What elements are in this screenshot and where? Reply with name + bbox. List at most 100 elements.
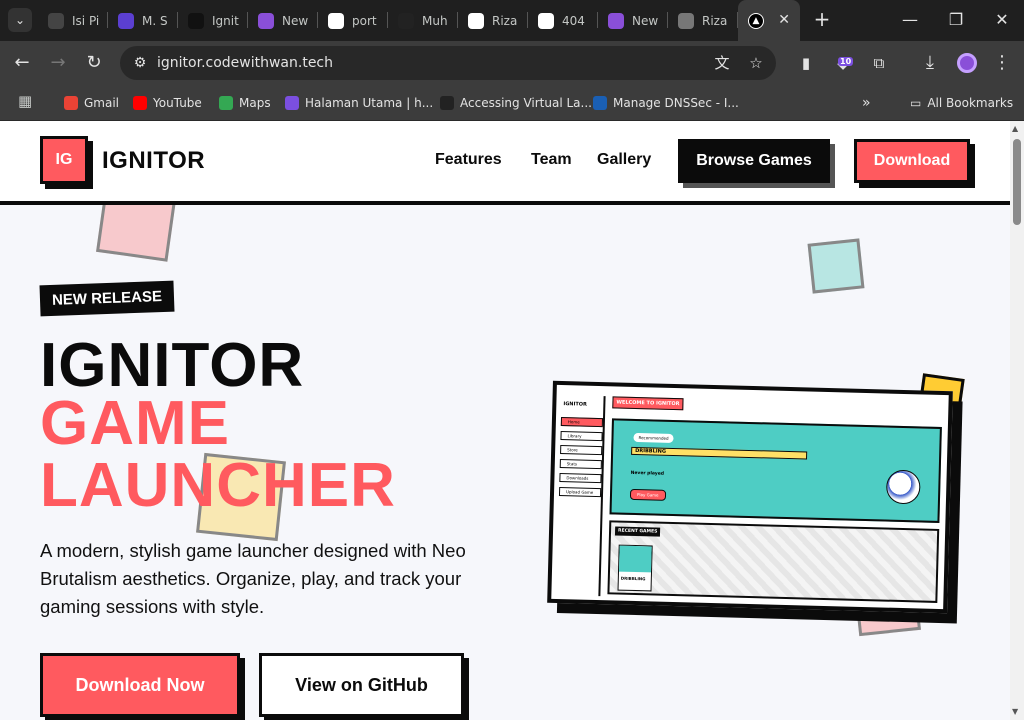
all-bookmarks-button[interactable]: ▭ All Bookmarks — [910, 85, 1013, 121]
mockup-game-title: DRIBBLING — [631, 446, 808, 460]
mockup-sidebar-item: Store — [560, 445, 603, 456]
bookmark-star-icon[interactable]: ☆ — [744, 51, 768, 75]
tab-label: port — [352, 13, 377, 28]
view-on-github-button[interactable]: View on GitHub — [259, 653, 464, 717]
mockup-play-button: Play Game — [629, 488, 666, 501]
app-mockup: IGNITOR Home Library Store Stats Downloads Up… — [547, 380, 963, 624]
mockup-card-title: DRIBBLING — [620, 575, 646, 582]
chevron-down-icon: ⌄ — [14, 13, 26, 27]
heart-icon — [538, 12, 554, 29]
address-bar[interactable]: ⚙ ignitor.codewithwan.tech 文 ☆ — [120, 46, 776, 80]
extension-icon[interactable]: ▮ — [793, 50, 819, 76]
profile-avatar[interactable] — [957, 53, 977, 73]
browser-tab[interactable]: M. S — [108, 0, 178, 41]
reload-icon: ↻ — [86, 52, 102, 73]
browser-tab[interactable]: Riza — [458, 0, 528, 41]
scroll-up-icon[interactable]: ▲ — [1012, 124, 1018, 133]
mockup-logo: IGNITOR — [563, 401, 587, 408]
close-icon: ✕ — [995, 10, 1009, 29]
folder-icon: ▭ — [910, 96, 922, 110]
mockup-card-image — [619, 545, 652, 573]
mockup-sidebar-item: Library — [560, 431, 603, 442]
bookmark-item[interactable]: Manage DNSSec - I... — [593, 85, 739, 121]
browser-tab[interactable]: New — [598, 0, 668, 41]
tab-strip: ⌄ Isi Pi M. S Ignit New port Muh Riza 404 New Riz… — [0, 0, 1024, 41]
bookmark-item[interactable]: Gmail — [64, 85, 119, 121]
heart-purple-icon — [608, 12, 624, 29]
apps-grid-icon[interactable]: ▦ — [18, 92, 32, 110]
extension-badge: 10 — [838, 57, 854, 66]
restore-button[interactable]: ❐ — [944, 8, 968, 32]
translate-icon[interactable]: 文 — [710, 51, 734, 75]
arrow-right-icon: → — [50, 52, 66, 73]
scroll-down-icon[interactable]: ▼ — [1012, 707, 1018, 716]
url-text[interactable]: ignitor.codewithwan.tech — [157, 46, 333, 80]
puzzle-icon[interactable]: ⧉ — [866, 50, 892, 76]
mockup-welcome: WELCOME TO IGNITOR — [612, 396, 684, 411]
site-info-icon[interactable]: ⚙ — [128, 51, 152, 75]
browser-tab-active[interactable]: ▲ ✕ — [738, 0, 800, 41]
new-release-badge: NEW RELEASE — [39, 280, 175, 317]
download-now-button[interactable]: Download Now — [40, 653, 240, 717]
tab-search-button[interactable]: ⌄ — [8, 8, 32, 32]
mockup-sidebar-item: Upload Game — [558, 487, 602, 498]
more-bookmarks-button[interactable]: » — [862, 85, 871, 121]
close-window-button[interactable]: ✕ — [990, 8, 1014, 32]
scrollbar-thumb[interactable] — [1013, 139, 1021, 225]
browser-tab[interactable]: New — [248, 0, 318, 41]
reload-button[interactable]: ↻ — [81, 50, 107, 76]
nav-link-team[interactable]: Team — [531, 151, 572, 169]
mockup-sidebar-item: Stats — [559, 459, 602, 470]
tab-label: New — [282, 13, 309, 28]
browser-tab[interactable]: Muh — [388, 0, 458, 41]
page-scrollbar[interactable]: ▲ ▼ — [1010, 121, 1024, 720]
tab-label: Riza — [492, 13, 518, 28]
bookmark-item[interactable]: Maps — [219, 85, 271, 121]
logo-text[interactable]: IGNITOR — [102, 147, 205, 175]
tab-label: Riza — [702, 13, 728, 28]
eight-icon — [440, 96, 454, 110]
browser-tab[interactable]: Isi Pi — [38, 0, 108, 41]
browser-toolbar: ← → ↻ ⚙ ignitor.codewithwan.tech 文 ☆ ▮ ◆… — [0, 41, 1024, 85]
decor-square-teal — [807, 238, 865, 294]
browser-tab[interactable]: 404 — [528, 0, 598, 41]
bookmarks-bar: ▦ Gmail YouTube Maps Halaman Utama | h... Ac… — [0, 85, 1024, 121]
browser-tab[interactable]: Ignit — [178, 0, 248, 41]
forward-button[interactable]: → — [45, 50, 71, 76]
globe-icon — [678, 12, 694, 29]
back-button[interactable]: ← — [9, 50, 35, 76]
h-icon — [285, 96, 299, 110]
nav-link-features[interactable]: Features — [435, 151, 502, 169]
youtube-icon — [133, 96, 147, 110]
bookmark-label: Accessing Virtual La... — [460, 96, 592, 110]
bookmark-label: Gmail — [84, 96, 120, 110]
browser-tab[interactable]: port — [318, 0, 388, 41]
browse-games-button[interactable]: Browse Games — [678, 139, 830, 183]
mockup-recent-label: RECENT GAMES — [614, 526, 661, 537]
mockup-chip: Recommended — [633, 432, 674, 443]
google-icon — [328, 12, 344, 29]
mockup-window: IGNITOR Home Library Store Stats Downloads Up… — [547, 380, 953, 614]
all-bookmarks-label: All Bookmarks — [927, 96, 1014, 110]
tab-label: Muh — [422, 13, 448, 28]
bookmark-item[interactable]: Accessing Virtual La... — [440, 85, 592, 121]
download-icon[interactable]: ⤓ — [917, 50, 943, 76]
close-tab-icon[interactable]: ✕ — [778, 12, 790, 28]
new-tab-button[interactable]: + — [810, 8, 834, 32]
bookmark-item[interactable]: YouTube — [133, 85, 202, 121]
plus-icon: + — [813, 7, 831, 31]
mockup-sidebar-item: Downloads — [559, 473, 602, 484]
minimize-button[interactable]: — — [898, 8, 922, 32]
tab-label: New — [632, 13, 659, 28]
browser-tab[interactable]: Riza — [668, 0, 738, 41]
cloud-icon — [593, 96, 607, 110]
headline-line-2: GAME — [40, 389, 230, 458]
bookmark-item[interactable]: Halaman Utama | h... — [285, 85, 433, 121]
logo-mark[interactable]: IG — [40, 136, 88, 184]
nav-link-gallery[interactable]: Gallery — [597, 151, 651, 169]
menu-icon[interactable]: ⋮ — [989, 50, 1015, 76]
headline-line-3: LAUNCHER — [40, 451, 396, 520]
tab-label: M. S — [142, 13, 168, 28]
minimize-icon: — — [902, 10, 918, 29]
download-button[interactable]: Download — [854, 139, 970, 183]
